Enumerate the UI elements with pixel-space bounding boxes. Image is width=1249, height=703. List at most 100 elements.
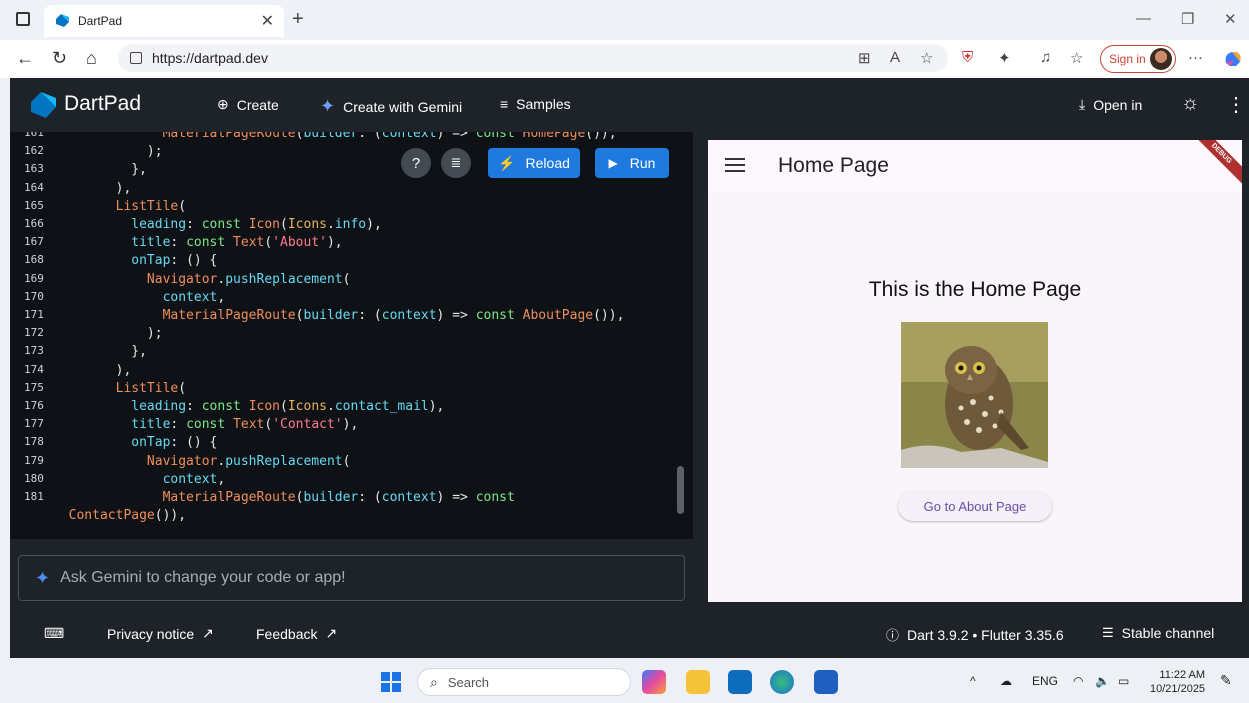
create-button[interactable]: ⊕ Create	[217, 96, 279, 113]
line-number: 164	[24, 180, 44, 194]
code-text: );	[53, 144, 163, 160]
tab-actions-icon[interactable]	[16, 12, 30, 26]
line-number: 176	[24, 399, 44, 412]
file-explorer-icon[interactable]	[686, 670, 710, 694]
privacy-label: Privacy notice	[107, 625, 195, 642]
open-in-button[interactable]: ⤓ Open in	[1079, 96, 1142, 113]
minimize-icon[interactable]: —	[1136, 10, 1151, 27]
sign-in-button[interactable]: Sign in	[1100, 45, 1176, 73]
notification-icon[interactable]: ✎	[1220, 672, 1232, 689]
clock-time: 11:22 AM	[1159, 669, 1206, 681]
copilot-icon[interactable]	[1222, 48, 1244, 70]
privacy-notice-link[interactable]: Privacy notice ↗	[107, 625, 214, 642]
code-text: ContactPage()),	[68, 508, 187, 524]
line-number: 162	[24, 144, 44, 158]
battery-icon[interactable]: ▭	[1118, 674, 1129, 688]
version-info[interactable]: ⓘ Dart 3.9.2 • Flutter 3.35.6	[886, 625, 1064, 644]
keyboard-icon[interactable]: ⌨	[44, 625, 64, 642]
more-vert-icon[interactable]: ⋮	[1226, 92, 1246, 117]
browser-tab-dartpad[interactable]: DartPad ✕	[44, 5, 284, 37]
help-icon[interactable]: ?	[401, 148, 431, 178]
samples-button[interactable]: ≡ Samples	[500, 96, 571, 112]
tune-icon: ☰	[1102, 625, 1114, 640]
favorites-icon[interactable]: ☆	[1070, 49, 1083, 67]
code-text: MaterialPageRoute(builder: (context) => …	[162, 132, 617, 141]
code-text: onTap: () {	[131, 435, 218, 451]
app-header: DartPad ⊕ Create ✦ Create with Gemini ≡ …	[10, 78, 1249, 132]
samples-list-icon: ≡	[500, 96, 509, 112]
hamburger-menu-icon[interactable]	[725, 158, 745, 172]
line-number: 165	[24, 198, 44, 212]
run-button[interactable]: ▶ Run	[595, 148, 669, 178]
close-window-icon[interactable]: ✕	[1224, 10, 1237, 28]
app-footer: ⌨ Privacy notice ↗ Feedback ↗ ⓘ Dart 3.9…	[10, 608, 1249, 658]
line-number: 169	[24, 271, 44, 285]
volume-icon[interactable]: 🔈	[1095, 674, 1110, 688]
samples-label: Samples	[516, 96, 571, 112]
back-icon[interactable]: ←	[16, 48, 34, 69]
windows-start-icon[interactable]	[381, 672, 401, 692]
line-number: 161	[24, 132, 44, 139]
dartpad-favicon-icon	[56, 14, 69, 27]
format-icon[interactable]: ≣	[441, 148, 471, 178]
preview-body: This is the Home Page Go to About Page	[708, 192, 1242, 602]
home-icon[interactable]: ⌂	[86, 48, 97, 69]
reload-button[interactable]: ⚡ Reload	[488, 148, 580, 178]
browser-tabstrip: DartPad ✕ + — ❐ ✕	[0, 0, 1249, 40]
screen: DartPad ✕ + — ❐ ✕ ← ↻ ⌂ https://dartpad.…	[0, 0, 1249, 703]
line-number: 170	[24, 289, 44, 303]
code-text: leading: const Icon(Icons.info),	[131, 217, 382, 232]
line-number: 167	[24, 235, 44, 249]
extension-shield-icon[interactable]: ⛨	[962, 49, 973, 66]
dartpad-app: DartPad ⊕ Create ✦ Create with Gemini ≡ …	[10, 78, 1249, 658]
line-number: 168	[24, 253, 44, 267]
copilot-app-icon[interactable]	[642, 670, 666, 694]
gemini-prompt-input[interactable]: ✦ Ask Gemini to change your code or app!	[18, 555, 685, 601]
favorite-star-icon[interactable]: ☆	[920, 49, 933, 67]
play-icon: ▶	[608, 156, 618, 170]
edge-icon[interactable]	[770, 670, 794, 694]
refresh-icon[interactable]: ↻	[52, 48, 67, 69]
line-number: 171	[24, 308, 44, 321]
gemini-sparkle-icon: ✦	[35, 567, 51, 588]
search-icon: ⌕	[430, 673, 438, 690]
owl-image	[901, 322, 1048, 468]
feedback-link[interactable]: Feedback ↗	[256, 625, 337, 642]
restore-icon[interactable]: ❐	[1181, 10, 1194, 28]
code-text: title: const Text('About'),	[131, 235, 343, 251]
code-text: },	[53, 162, 147, 178]
more-options-icon[interactable]: ···	[1188, 49, 1203, 66]
line-number: 175	[24, 380, 44, 394]
editor-scrollbar[interactable]	[677, 466, 684, 514]
create-with-gemini-button[interactable]: ✦ Create with Gemini	[320, 96, 462, 117]
wifi-icon[interactable]: ◠	[1073, 674, 1083, 688]
theme-toggle-icon[interactable]: ☼	[1181, 92, 1199, 115]
create-gemini-label: Create with Gemini	[343, 98, 463, 115]
info-icon: ⓘ	[886, 628, 900, 643]
channel-selector[interactable]: ☰ Stable channel	[1102, 625, 1214, 641]
plus-circle-icon: ⊕	[217, 96, 229, 112]
taskbar-clock[interactable]: 11:22 AM 10/21/2025	[1150, 668, 1205, 696]
sign-in-label: Sign in	[1109, 52, 1146, 66]
media-icon[interactable]: ♫	[1040, 49, 1051, 66]
word-icon[interactable]	[814, 670, 838, 694]
taskbar-search-placeholder: Search	[447, 674, 490, 690]
address-bar[interactable]: https://dartpad.dev	[118, 44, 948, 72]
app-available-icon[interactable]: ⊞	[858, 49, 871, 67]
line-number: 178	[24, 435, 44, 449]
preview-heading: This is the Home Page	[868, 278, 1082, 301]
avatar	[1150, 48, 1172, 70]
go-to-about-button[interactable]: Go to About Page	[898, 491, 1052, 521]
extensions-icon[interactable]: ✦	[998, 49, 1011, 67]
code-editor[interactable]: 161 MaterialPageRoute(builder: (context)…	[10, 132, 693, 539]
close-tab-icon[interactable]: ✕	[261, 11, 274, 31]
outlook-icon[interactable]	[728, 670, 752, 694]
new-tab-icon[interactable]: +	[292, 8, 304, 31]
language-indicator[interactable]: ENG	[1032, 674, 1058, 688]
run-label: Run	[629, 155, 656, 171]
line-number: 166	[24, 217, 44, 230]
cloud-sync-icon[interactable]: ☁	[1000, 674, 1012, 688]
show-hidden-icons-icon[interactable]: ^	[970, 674, 976, 688]
taskbar-search[interactable]: ⌕ Search	[417, 668, 631, 696]
read-aloud-icon[interactable]: A	[890, 49, 900, 66]
